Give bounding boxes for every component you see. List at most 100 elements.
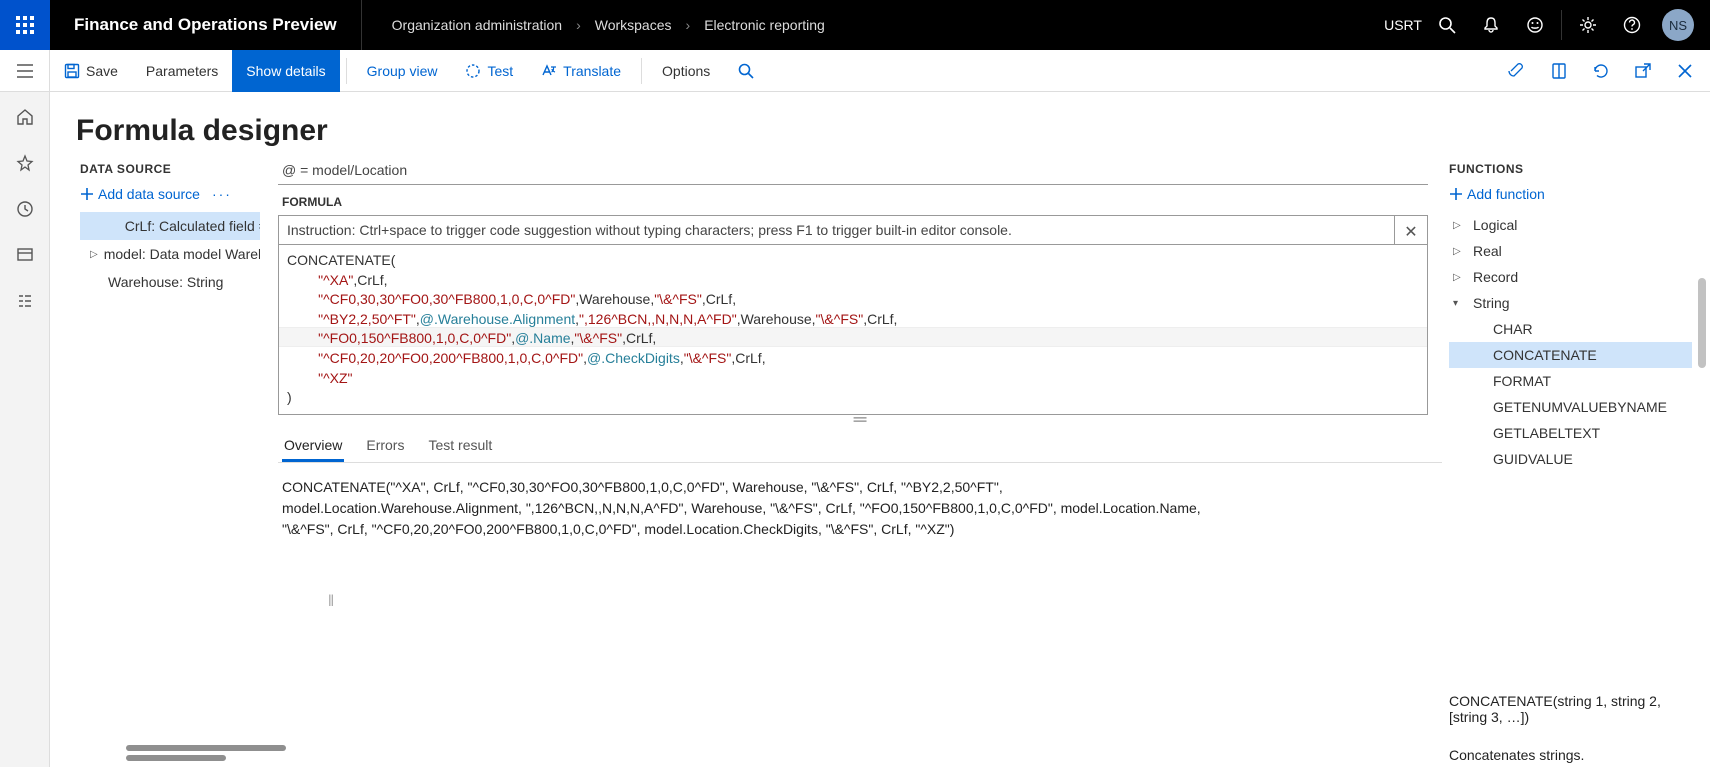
- company-selector[interactable]: USRT: [1381, 0, 1425, 50]
- app-launcher-button[interactable]: [0, 0, 50, 50]
- code-line: ): [287, 388, 1419, 408]
- search-icon: [738, 63, 754, 79]
- plus-icon: [80, 187, 94, 201]
- shell: Formula designer DATA SOURCE Add data so…: [0, 92, 1710, 767]
- result-tab[interactable]: Test result: [426, 431, 494, 462]
- parameters-button[interactable]: Parameters: [132, 50, 232, 92]
- data-source-node[interactable]: Warehouse: String: [80, 268, 260, 296]
- function-item[interactable]: GUIDVALUE: [1449, 446, 1692, 472]
- plus-icon: [1449, 187, 1463, 201]
- group-label: Record: [1473, 269, 1518, 285]
- data-source-more-button[interactable]: ···: [212, 186, 232, 202]
- functions-actions: Add function: [1449, 186, 1696, 212]
- columns: DATA SOURCE Add data source ··· CrLf: Ca…: [50, 158, 1710, 767]
- function-item[interactable]: FORMAT: [1449, 368, 1692, 394]
- options-button[interactable]: Options: [648, 50, 724, 92]
- breadcrumb: Organization administration › Workspaces…: [362, 17, 855, 33]
- actionbar-right: [1500, 54, 1710, 88]
- nav-favorites[interactable]: [8, 146, 42, 180]
- nav-modules[interactable]: [8, 284, 42, 318]
- node-label: CrLf: Calculated field = CH: [125, 218, 260, 234]
- search-button[interactable]: [1425, 0, 1469, 50]
- close-button[interactable]: [1668, 54, 1702, 88]
- row-resize-handle[interactable]: ═: [278, 415, 1442, 425]
- expand-icon: ▷: [1453, 246, 1465, 257]
- refresh-button[interactable]: [1584, 54, 1618, 88]
- test-icon: [465, 63, 481, 79]
- save-label: Save: [86, 63, 118, 79]
- functions-header: FUNCTIONS: [1449, 158, 1696, 186]
- feedback-button[interactable]: [1513, 0, 1557, 50]
- nav-recent[interactable]: [8, 192, 42, 226]
- function-group[interactable]: ▷Logical: [1449, 212, 1692, 238]
- breadcrumb-item[interactable]: Workspaces: [595, 17, 672, 33]
- function-signature: CONCATENATE(string 1, string 2, [string …: [1449, 681, 1696, 729]
- page-icon: [1550, 62, 1568, 80]
- action-search-button[interactable]: [724, 50, 768, 92]
- nav-expand-button[interactable]: [0, 50, 50, 92]
- help-button[interactable]: [1610, 0, 1654, 50]
- show-details-button[interactable]: Show details: [232, 50, 339, 92]
- clock-icon: [16, 200, 34, 218]
- data-source-actions: Add data source ···: [80, 186, 260, 212]
- test-button[interactable]: Test: [451, 50, 527, 92]
- scrollbar[interactable]: [126, 745, 286, 751]
- settings-button[interactable]: [1566, 0, 1610, 50]
- functions-tree: ▷Logical▷Real▷Record▾StringCHARCONCATENA…: [1449, 212, 1696, 681]
- popout-button[interactable]: [1626, 54, 1660, 88]
- save-button[interactable]: Save: [50, 50, 132, 92]
- popout-icon: [1634, 62, 1652, 80]
- chevron-right-icon: ›: [686, 17, 691, 33]
- attach-button[interactable]: [1500, 54, 1534, 88]
- function-group[interactable]: ▾String: [1449, 290, 1692, 316]
- action-bar: Save Parameters Show details Group view …: [0, 50, 1710, 92]
- hamburger-icon: [17, 64, 33, 78]
- column-resize-handle[interactable]: ‖: [326, 502, 336, 702]
- page-options-button[interactable]: [1542, 54, 1576, 88]
- modules-icon: [16, 292, 34, 310]
- notifications-button[interactable]: [1469, 0, 1513, 50]
- formula-editor[interactable]: CONCATENATE( "^XA",CrLf, "^CF0,30,30^FO0…: [278, 244, 1428, 415]
- add-data-source-button[interactable]: Add data source: [80, 186, 200, 202]
- workspace-icon: [16, 246, 34, 264]
- save-icon: [64, 63, 80, 79]
- topbar-right: USRT NS: [1381, 0, 1710, 50]
- top-bar: Finance and Operations Preview Organizat…: [0, 0, 1710, 50]
- nav-workspaces[interactable]: [8, 238, 42, 272]
- data-source-node[interactable]: CrLf: Calculated field = CH: [80, 212, 260, 240]
- node-label: model: Data model Warel: [104, 246, 260, 262]
- scrollbar[interactable]: [1698, 278, 1706, 368]
- translate-button[interactable]: Translate: [527, 50, 635, 92]
- breadcrumb-item[interactable]: Electronic reporting: [704, 17, 825, 33]
- translate-icon: [541, 63, 557, 79]
- data-source-node[interactable]: ▷model: Data model Warel: [80, 240, 260, 268]
- function-item[interactable]: GETLABELTEXT: [1449, 420, 1692, 446]
- code-line: "^CF0,30,30^FO0,30^FB800,1,0,C,0^FD",War…: [287, 290, 1419, 310]
- functions-panel: FUNCTIONS Add function ▷Logical▷Real▷Rec…: [1442, 158, 1706, 767]
- expand-icon: ▷: [1453, 272, 1465, 283]
- gear-icon: [1579, 16, 1597, 34]
- attach-icon: [1508, 62, 1526, 80]
- breadcrumb-item[interactable]: Organization administration: [392, 17, 562, 33]
- function-description: Concatenates strings.: [1449, 729, 1696, 767]
- add-function-button[interactable]: Add function: [1449, 186, 1545, 202]
- result-tab[interactable]: Overview: [282, 431, 344, 462]
- formula-editor-wrapper: Instruction: Ctrl+space to trigger code …: [278, 215, 1428, 415]
- divider: [641, 58, 642, 84]
- function-item[interactable]: GETENUMVALUEBYNAME: [1449, 394, 1692, 420]
- function-item[interactable]: CONCATENATE: [1449, 342, 1692, 368]
- user-avatar[interactable]: NS: [1662, 9, 1694, 41]
- result-tab[interactable]: Errors: [364, 431, 406, 462]
- function-item[interactable]: CHAR: [1449, 316, 1692, 342]
- app-title: Finance and Operations Preview: [50, 0, 362, 50]
- star-icon: [16, 154, 34, 172]
- function-group[interactable]: ▷Real: [1449, 238, 1692, 264]
- function-group[interactable]: ▷ Record: [1449, 264, 1692, 290]
- group-view-button[interactable]: Group view: [353, 50, 452, 92]
- data-source-panel: DATA SOURCE Add data source ··· CrLf: Ca…: [54, 158, 260, 767]
- data-source-header: DATA SOURCE: [80, 158, 260, 186]
- group-label: String: [1473, 295, 1510, 311]
- formula-label: FORMULA: [278, 185, 1442, 215]
- nav-home[interactable]: [8, 100, 42, 134]
- scrollbar[interactable]: [126, 755, 226, 761]
